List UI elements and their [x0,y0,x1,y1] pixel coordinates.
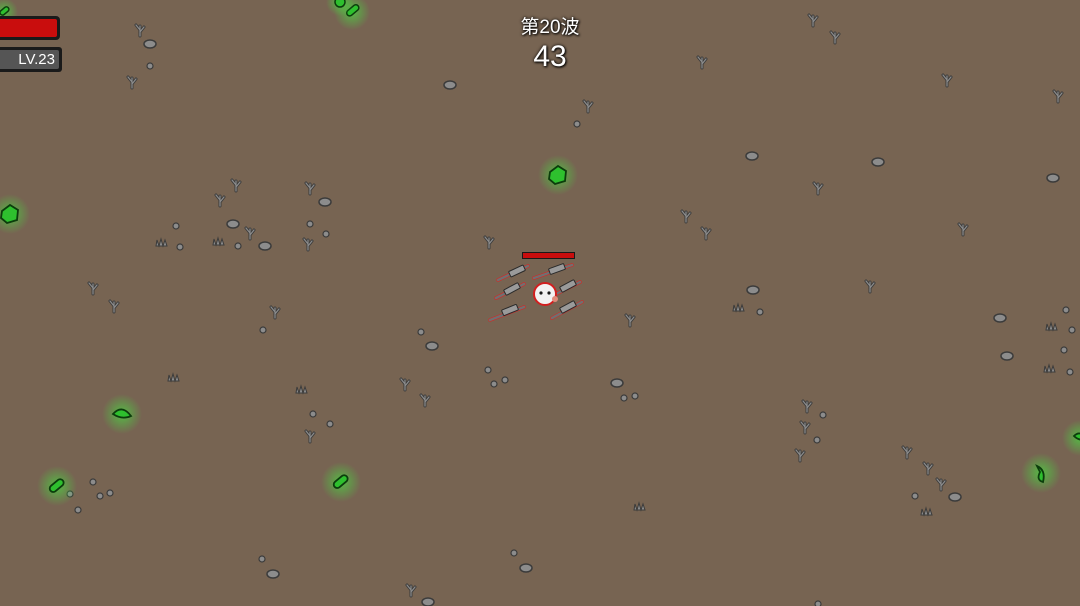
player-overhead-hp-bar [522,252,575,259]
arena-ground [0,0,1080,606]
green-material-drop [538,155,578,195]
green-material-drop [102,394,142,434]
game-viewport: LV.23 第20波 43 [0,0,1080,606]
green-material-drop [321,462,361,502]
green-material-drop [0,194,30,234]
ground-decorations [66,13,1076,606]
wave-timer: 43 [533,40,567,73]
player-overhead-hp-fill [523,253,574,258]
wave-title: 第20波 [520,17,580,38]
green-material-drop [1062,420,1080,456]
player-character [488,263,584,322]
green-material-drop [37,466,77,506]
green-material-drop [1021,453,1061,493]
